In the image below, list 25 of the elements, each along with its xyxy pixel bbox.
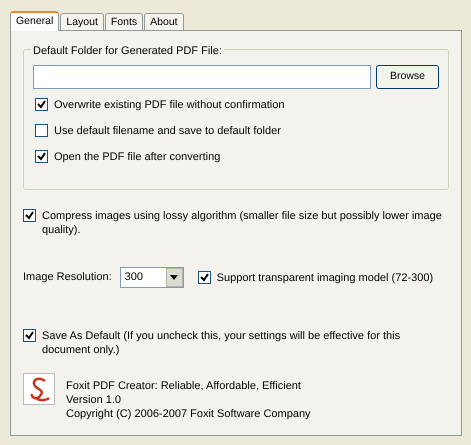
about-text: Foxit PDF Creator: Reliable, Affordable, Efficient: [66, 379, 302, 393]
logo-icon: [23, 373, 55, 405]
browse-button[interactable]: Browse: [376, 64, 439, 89]
tab[interactable]: About: [144, 13, 184, 30]
checkbox[interactable]: [35, 98, 48, 111]
option-label: Compress images using lossy algorithm (smaller file size but possibly lower image quality).: [42, 209, 443, 237]
option-label: Save As Default (If you uncheck this, your settings will be effective for this document only.): [42, 329, 402, 357]
checkbox[interactable]: [35, 150, 48, 163]
tab[interactable]: Fonts: [104, 13, 144, 30]
checkbox[interactable]: [23, 329, 36, 342]
option-label: Use default filename and save to default folder: [54, 124, 281, 138]
option-label: Support transparent imaging model (72-300): [216, 270, 434, 284]
option-label: Overwrite existing PDF file without confirmation: [54, 98, 284, 112]
resolution-dropdown[interactable]: 300: [120, 267, 184, 288]
about-text: Version 1.0: [66, 393, 122, 407]
checkbox[interactable]: [35, 124, 48, 137]
checkbox[interactable]: [198, 270, 211, 284]
about-text: Copyright (C) 2006-2007 Foxit Software Company: [66, 407, 311, 421]
resolution-label: Image Resolution:: [23, 270, 112, 286]
option-label: Open the PDF file after converting: [54, 150, 220, 164]
folder-field[interactable]: [33, 64, 370, 89]
tab[interactable]: Layout: [60, 13, 104, 30]
tab[interactable]: General: [10, 11, 60, 31]
resolution-value: 300: [124, 270, 144, 286]
checkbox[interactable]: [23, 209, 36, 222]
